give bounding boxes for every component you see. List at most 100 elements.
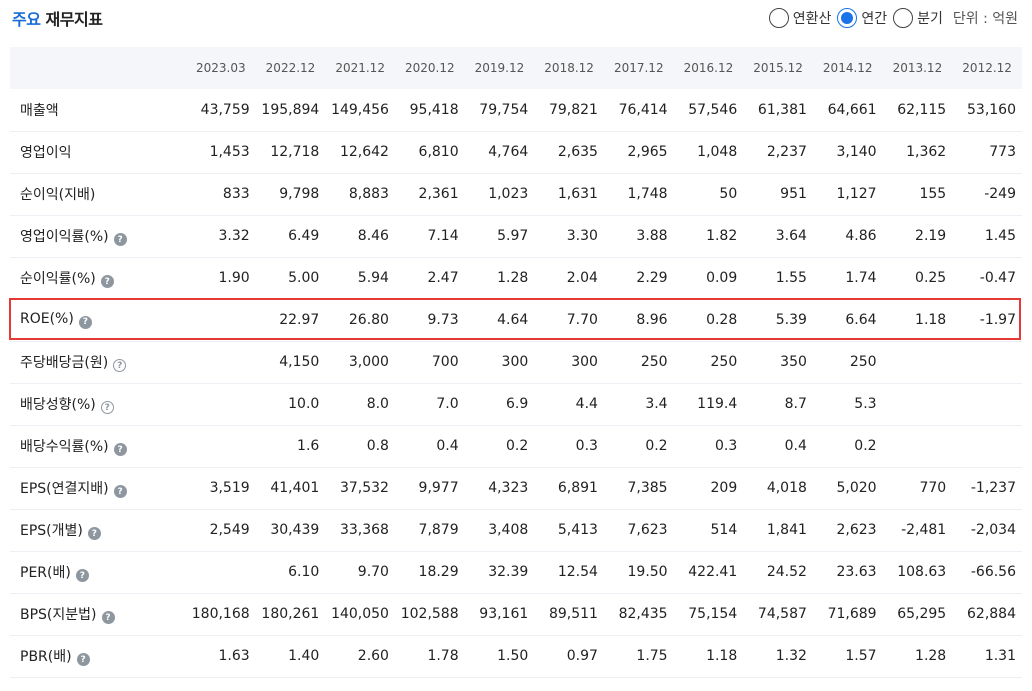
radio-quarterly[interactable]: 분기	[893, 8, 943, 28]
table-cell: 2,361	[418, 186, 459, 202]
table-cell: 5.39	[775, 312, 807, 328]
financial-table: 2023.03 2022.12 2021.12 2020.12 2019.12 2018.…	[10, 47, 1022, 678]
table-cell	[186, 299, 256, 341]
period-controls: 연환산 연간 분기 단위 : 억원	[763, 8, 1018, 28]
table-cell	[186, 551, 256, 593]
table-cell: 9,798	[279, 186, 320, 202]
radio-circle-icon[interactable]	[768, 8, 789, 28]
table-cell: 43,759	[200, 101, 250, 118]
table-cell: 102,588	[400, 606, 459, 622]
table-cell: -1.97	[979, 312, 1016, 328]
row-label-cell: PER(배)?	[10, 551, 186, 593]
radio-annualized[interactable]: 연환산	[768, 8, 831, 28]
table-cell: 773	[989, 144, 1016, 160]
table-cell: 514	[710, 522, 738, 538]
table-cell: 1.55	[775, 270, 807, 286]
table-cell: 62,115	[897, 101, 947, 118]
table-cell: 2.19	[915, 228, 947, 244]
table-cell: 833	[222, 186, 250, 202]
column-header: 2022.12	[265, 61, 316, 75]
row-label-cell: PBR(배)?	[10, 635, 186, 677]
row-label-cell: BPS(지분법)?	[10, 593, 186, 635]
question-circle-icon[interactable]: ?	[100, 275, 114, 289]
table-cell: 10.0	[288, 396, 320, 412]
question-circle-icon[interactable]: ?	[76, 653, 90, 667]
table-row: EPS(연결지배)? 3,519 41,401 37,532 9,977 4,323 6,8…	[10, 467, 1022, 509]
table-cell: 0.3	[714, 438, 738, 454]
row-label: EPS(연결지배)	[20, 480, 109, 497]
row-label-cell: 영업이익	[10, 131, 186, 173]
table-cell: 5.00	[288, 270, 320, 286]
table-cell: 9.73	[427, 312, 459, 328]
table-cell: 155	[919, 186, 947, 202]
table-cell: 79,754	[479, 101, 529, 118]
row-label: 주당배당금(원)	[20, 354, 109, 371]
table-cell: 1.28	[915, 648, 947, 664]
table-cell: 1,631	[557, 186, 598, 202]
table-row: EPS(개별)? 2,549 30,439 33,368 7,879 3,408 5,413…	[10, 509, 1022, 551]
table-cell	[952, 341, 1022, 383]
table-cell: 6,891	[557, 480, 598, 496]
radio-circle-icon[interactable]	[893, 8, 914, 28]
question-circle-icon[interactable]: ?	[113, 485, 127, 499]
table-cell: 250	[640, 354, 668, 370]
table-cell: 1,127	[836, 186, 877, 202]
table-cell: 700	[431, 354, 459, 370]
radio-annual[interactable]: 연간	[837, 8, 887, 28]
question-circle-icon[interactable]: ?	[78, 315, 92, 329]
radio-checked-icon[interactable]	[837, 8, 858, 28]
table-cell: 1,048	[697, 144, 738, 160]
table-cell: 1.75	[636, 648, 668, 664]
question-circle-icon[interactable]: ?	[75, 569, 89, 583]
table-cell: 8.0	[366, 396, 389, 412]
table-cell: 7.14	[427, 228, 459, 244]
row-label-cell: 순이익률(%)?	[10, 257, 186, 299]
table-cell: 0.2	[506, 438, 529, 454]
table-cell: 3,408	[488, 522, 529, 538]
table-cell: 75,154	[688, 606, 738, 622]
table-row: 주당배당금(원)? 4,150 3,000 700 300 300 250 250 350 250	[10, 341, 1022, 383]
question-circle-icon[interactable]: ?	[101, 611, 115, 625]
table-cell: 1.31	[984, 648, 1016, 664]
row-label: 순이익(지배)	[20, 187, 96, 203]
table-cell: 0.8	[366, 438, 389, 454]
table-row: PBR(배)? 1.63 1.40 2.60 1.78 1.50 0.97 1.75 1.18 1…	[10, 635, 1022, 677]
question-circle-icon[interactable]: ?	[113, 443, 127, 457]
table-cell: 8.96	[636, 312, 668, 328]
table-cell: 74,587	[757, 606, 807, 622]
table-cell: 6.9	[506, 396, 529, 412]
table-cell: 250	[849, 354, 877, 370]
table-cell	[952, 383, 1022, 425]
table-cell: 9.70	[357, 564, 389, 580]
column-header: 2023.03	[196, 61, 246, 75]
row-label: 순이익률(%)	[20, 270, 96, 287]
table-cell: 64,661	[827, 101, 877, 118]
table-cell: 82,435	[618, 606, 668, 622]
table-cell: 1.28	[497, 270, 529, 286]
table-cell: 6.64	[845, 312, 877, 328]
question-circle-icon[interactable]: ?	[87, 527, 101, 541]
table-cell: 300	[501, 354, 529, 370]
table-cell: 4.86	[845, 228, 877, 244]
table-cell: -2,481	[901, 522, 947, 538]
table-row: 순이익률(%)? 1.90 5.00 5.94 2.47 1.28 2.04 2.29 0.09…	[10, 257, 1022, 299]
table-cell: 3.4	[645, 396, 668, 412]
table-cell: 1.18	[915, 312, 947, 328]
table-cell: 1.50	[497, 648, 529, 664]
question-circle-icon[interactable]: ?	[100, 401, 114, 415]
question-circle-icon[interactable]: ?	[113, 233, 127, 247]
table-row: BPS(지분법)? 180,168 180,261 140,050 102,588 93,…	[10, 593, 1022, 635]
table-cell: 5,413	[557, 522, 598, 538]
table-cell: 89,511	[548, 606, 598, 622]
table-cell: 7,879	[418, 522, 459, 538]
table-cell: 140,050	[331, 606, 389, 622]
table-cell: 2,635	[557, 144, 598, 160]
table-cell: 4,764	[488, 144, 529, 160]
column-header: 2012.12	[962, 61, 1012, 75]
table-cell: 300	[571, 354, 598, 370]
table-cell: 0.3	[575, 438, 598, 454]
question-circle-icon[interactable]: ?	[113, 359, 127, 373]
table-cell: 108.63	[897, 564, 947, 580]
column-header: 2016.12	[683, 61, 734, 75]
row-label: EPS(개별)	[20, 522, 83, 539]
